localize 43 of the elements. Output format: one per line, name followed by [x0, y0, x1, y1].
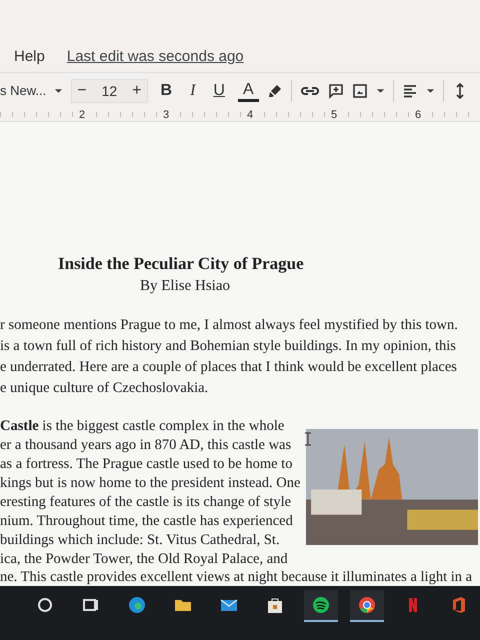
ruler-number: 3 — [160, 108, 172, 121]
text-line: er a thousand years ago in 870 AD, this castle was — [0, 436, 292, 456]
text-line: ica, the Powder Tower, the Old Royal Palace, and — [0, 550, 289, 570]
ruler-number: 2 — [76, 108, 88, 121]
bold-button[interactable]: B — [156, 80, 178, 102]
document-title: Inside the Peculiar City of Prague — [57, 254, 305, 274]
text-line: r someone mentions Prague to me, I almost always feel mystified by this town. — [0, 316, 459, 336]
text-line: nium. Throughout time, the castle has experienced — [0, 512, 294, 532]
text-line: e unique culture of Czechoslovakia. — [0, 379, 210, 398]
font-size-field[interactable]: 12 — [92, 82, 128, 99]
ruler-number: 5 — [328, 108, 340, 121]
increase-size-button[interactable]: + — [127, 80, 147, 102]
text-line: ne. This castle provides excellent views at night because it illuminates a light in a — [0, 569, 474, 586]
text-color-button[interactable]: A — [238, 79, 259, 102]
menu-item[interactable]: Help — [14, 48, 45, 65]
text-line: is a town full of rich history and Bohemian style buildings. In my opinion, this — [0, 337, 457, 356]
decrease-size-button[interactable]: − — [72, 80, 92, 102]
author-line: By Elise Hsiao — [139, 278, 231, 296]
comment-icon[interactable] — [328, 82, 344, 99]
text-line: e underrated. Here are a couple of places that I think would be excellent places — [0, 358, 458, 378]
text-cursor-icon — [304, 432, 312, 446]
music-app-icon — [311, 595, 331, 616]
browser-icon — [127, 595, 147, 616]
text-line: eresting features of the castle is its change of style — [0, 493, 292, 512]
taskbar-app[interactable] — [304, 590, 338, 622]
text-line: as a fortress. The Prague castle used to be home to — [0, 455, 294, 474]
underline-button[interactable]: U — [208, 80, 230, 102]
align-left-icon[interactable] — [402, 82, 418, 99]
italic-button[interactable]: I — [185, 80, 200, 102]
highlighter-icon[interactable] — [266, 82, 283, 99]
chrome-icon — [357, 595, 377, 616]
caret-icon — [376, 88, 385, 94]
caret-icon — [426, 88, 435, 94]
last-edit-link[interactable]: Last edit was seconds ago — [66, 48, 244, 65]
taskbar-app[interactable] — [350, 590, 384, 622]
caret-icon — [54, 88, 64, 94]
image-icon[interactable] — [352, 82, 368, 99]
text-line: buildings which include: St. Vitus Cathedral, St. — [0, 531, 281, 550]
font-dropdown[interactable]: s New... — [0, 83, 46, 98]
ruler-number: 4 — [244, 108, 256, 121]
ruler-number: 6 — [412, 108, 424, 121]
text-line: Castle is the biggest castle complex in the whole — [0, 417, 286, 436]
text-line: kings but is now home to the president instead. One — [0, 474, 300, 494]
